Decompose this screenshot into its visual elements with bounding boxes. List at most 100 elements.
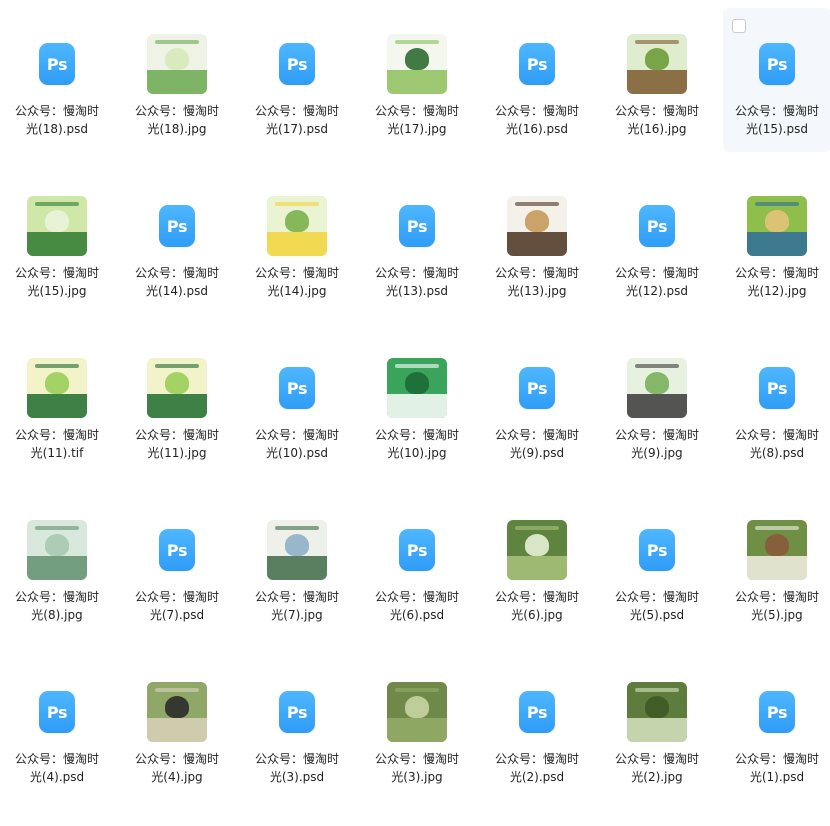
file-name-line-2: 光(7).psd [149,608,205,622]
file-name-line-1: 公众号：慢淘时 [134,266,219,280]
file-tile[interactable]: Ps 公众号：慢淘时 光(6).psd [363,494,471,638]
file-tile[interactable]: 公众号：慢淘时 光(2).jpg [603,656,711,800]
image-thumbnail [147,34,207,94]
image-thumbnail [627,682,687,742]
file-tile[interactable]: Ps 公众号：慢淘时 光(1).psd [723,656,830,800]
file-tile[interactable]: Ps 公众号：慢淘时 光(2).psd [483,656,591,800]
file-tile[interactable]: Ps 公众号：慢淘时 光(8).psd [723,332,830,476]
file-thumbnail [147,682,207,742]
file-name-line-2: 光(8).jpg [31,608,83,622]
file-name-line-1: 公众号：慢淘时 [254,590,339,604]
file-name: 公众号：慢淘时 光(18).psd [3,102,111,138]
file-tile[interactable]: 公众号：慢淘时 光(5).jpg [723,494,830,638]
file-tile[interactable]: 公众号：慢淘时 光(11).tif [3,332,111,476]
ps-file-icon: Ps [519,367,555,409]
file-name-line-1: 公众号：慢淘时 [734,104,819,118]
ps-file-icon: Ps [279,367,315,409]
file-tile[interactable]: 公众号：慢淘时 光(17).jpg [363,8,471,152]
file-name-line-1: 公众号：慢淘时 [734,428,819,442]
file-tile[interactable]: 公众号：慢淘时 光(18).jpg [123,8,231,152]
image-thumbnail [747,196,807,256]
file-name: 公众号：慢淘时 光(2).jpg [603,750,711,786]
image-thumbnail [507,520,567,580]
file-name-line-2: 光(17).jpg [387,122,447,136]
file-name: 公众号：慢淘时 光(10).psd [243,426,351,462]
file-tile[interactable]: Ps 公众号：慢淘时 光(4).psd [3,656,111,800]
image-thumbnail [147,358,207,418]
file-name: 公众号：慢淘时 光(9).jpg [603,426,711,462]
file-thumbnail: Ps [627,520,687,580]
file-tile[interactable]: 公众号：慢淘时 光(3).jpg [363,656,471,800]
file-tile[interactable]: Ps 公众号：慢淘时 光(5).psd [603,494,711,638]
file-name: 公众号：慢淘时 光(6).psd [363,588,471,624]
ps-file-icon: Ps [399,205,435,247]
file-name-line-2: 光(16).psd [506,122,568,136]
file-name: 公众号：慢淘时 光(4).psd [3,750,111,786]
file-name-line-2: 光(11).jpg [147,446,207,460]
image-thumbnail [387,358,447,418]
ps-file-icon: Ps [399,529,435,571]
file-name: 公众号：慢淘时 光(14).jpg [243,264,351,300]
file-name: 公众号：慢淘时 光(13).psd [363,264,471,300]
image-thumbnail [387,682,447,742]
image-thumbnail [27,196,87,256]
file-name-line-1: 公众号：慢淘时 [614,266,699,280]
file-name-line-1: 公众号：慢淘时 [254,104,339,118]
file-tile[interactable]: Ps 公众号：慢淘时 光(10).psd [243,332,351,476]
file-thumbnail: Ps [507,682,567,742]
file-tile[interactable]: 公众号：慢淘时 光(9).jpg [603,332,711,476]
file-thumbnail [147,358,207,418]
file-tile[interactable]: Ps 公众号：慢淘时 光(17).psd [243,8,351,152]
file-name: 公众号：慢淘时 光(6).jpg [483,588,591,624]
file-name: 公众号：慢淘时 光(3).jpg [363,750,471,786]
ps-file-icon: Ps [39,43,75,85]
file-name: 公众号：慢淘时 光(10).jpg [363,426,471,462]
file-tile[interactable]: 公众号：慢淘时 光(15).jpg [3,170,111,314]
file-tile[interactable]: 公众号：慢淘时 光(10).jpg [363,332,471,476]
file-name-line-2: 光(5).psd [629,608,685,622]
file-name-line-1: 公众号：慢淘时 [734,752,819,766]
file-tile[interactable]: 公众号：慢淘时 光(14).jpg [243,170,351,314]
file-name: 公众号：慢淘时 光(4).jpg [123,750,231,786]
ps-file-icon: Ps [279,43,315,85]
file-thumbnail [747,196,807,256]
file-name-line-1: 公众号：慢淘时 [614,590,699,604]
file-name-line-1: 公众号：慢淘时 [134,590,219,604]
file-tile[interactable]: Ps 公众号：慢淘时 光(3).psd [243,656,351,800]
file-name: 公众号：慢淘时 光(2).psd [483,750,591,786]
file-tile[interactable]: 公众号：慢淘时 光(7).jpg [243,494,351,638]
file-tile[interactable]: Ps 公众号：慢淘时 光(16).psd [483,8,591,152]
file-grid: Ps 公众号：慢淘时 光(18).psd 公众号：慢淘时 光(18).jpg P… [0,0,830,826]
file-tile[interactable]: 公众号：慢淘时 光(12).jpg [723,170,830,314]
file-name-line-2: 光(11).tif [30,446,84,460]
file-name-line-2: 光(10).psd [266,446,328,460]
file-tile[interactable]: Ps 公众号：慢淘时 光(15).psd [723,8,830,152]
file-name-line-2: 光(4).jpg [151,770,203,784]
file-name-line-1: 公众号：慢淘时 [734,590,819,604]
file-tile[interactable]: 公众号：慢淘时 光(4).jpg [123,656,231,800]
ps-file-icon: Ps [519,43,555,85]
file-tile[interactable]: 公众号：慢淘时 光(6).jpg [483,494,591,638]
file-thumbnail [267,520,327,580]
file-tile[interactable]: Ps 公众号：慢淘时 光(7).psd [123,494,231,638]
file-tile[interactable]: 公众号：慢淘时 光(13).jpg [483,170,591,314]
file-thumbnail: Ps [507,34,567,94]
file-name-line-1: 公众号：慢淘时 [614,104,699,118]
file-thumbnail [387,682,447,742]
file-tile[interactable]: Ps 公众号：慢淘时 光(18).psd [3,8,111,152]
file-name: 公众号：慢淘时 光(12).jpg [723,264,830,300]
file-tile[interactable]: 公众号：慢淘时 光(11).jpg [123,332,231,476]
file-tile[interactable]: Ps 公众号：慢淘时 光(12).psd [603,170,711,314]
file-tile[interactable]: 公众号：慢淘时 光(16).jpg [603,8,711,152]
file-tile[interactable]: 公众号：慢淘时 光(8).jpg [3,494,111,638]
file-tile[interactable]: Ps 公众号：慢淘时 光(13).psd [363,170,471,314]
file-name: 公众号：慢淘时 光(12).psd [603,264,711,300]
file-name: 公众号：慢淘时 光(8).psd [723,426,830,462]
file-tile[interactable]: Ps 公众号：慢淘时 光(9).psd [483,332,591,476]
file-thumbnail: Ps [27,682,87,742]
image-thumbnail [267,520,327,580]
file-name: 公众号：慢淘时 光(14).psd [123,264,231,300]
file-name-line-2: 光(2).jpg [631,770,683,784]
file-tile[interactable]: Ps 公众号：慢淘时 光(14).psd [123,170,231,314]
ps-file-icon: Ps [759,367,795,409]
